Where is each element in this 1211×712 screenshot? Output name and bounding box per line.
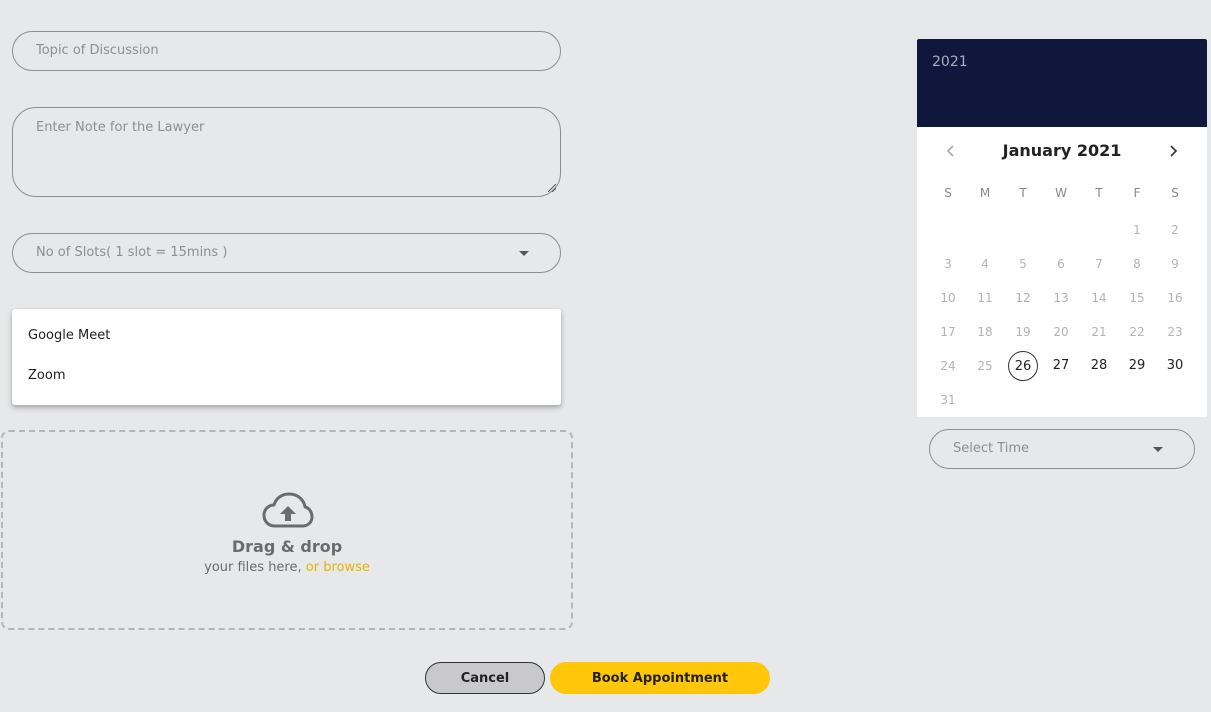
calendar-header: 2021 bbox=[917, 39, 1207, 127]
calendar-day: 9 bbox=[1171, 257, 1179, 271]
calendar-day: 6 bbox=[1057, 257, 1065, 271]
calendar-day: 18 bbox=[977, 325, 993, 339]
calendar-day: 1 bbox=[1133, 223, 1141, 237]
calendar-day: 11 bbox=[977, 291, 993, 305]
calendar-month-label: January 2021 bbox=[1002, 141, 1122, 160]
calendar-day: 12 bbox=[1015, 291, 1031, 305]
calendar-day: 31 bbox=[940, 393, 956, 407]
calendar-day: 7 bbox=[1095, 257, 1103, 271]
browse-link[interactable]: or browse bbox=[306, 560, 370, 575]
date-picker: 2021 January 2021 S M T W T F S 1 2 3 4 5 6 7 8 9 10 11 12… bbox=[917, 39, 1207, 417]
calendar-day: 3 bbox=[944, 257, 952, 271]
weekday-label: M bbox=[979, 186, 991, 200]
calendar-day: 21 bbox=[1091, 325, 1107, 339]
calendar-day: 24 bbox=[940, 359, 956, 373]
slots-placeholder: No of Slots( 1 slot = 15mins ) bbox=[36, 245, 228, 260]
resize-handle-icon[interactable] bbox=[548, 184, 556, 192]
calendar-day[interactable]: 29 bbox=[1122, 351, 1152, 381]
meeting-platform-menu: Google Meet Zoom bbox=[12, 309, 561, 405]
calendar-day: 19 bbox=[1015, 325, 1031, 339]
calendar-day[interactable]: 27 bbox=[1046, 351, 1076, 381]
menu-item-google-meet[interactable]: Google Meet bbox=[28, 328, 110, 343]
calendar-year[interactable]: 2021 bbox=[932, 54, 968, 70]
calendar-day: 4 bbox=[981, 257, 989, 271]
calendar-day: 17 bbox=[940, 325, 956, 339]
calendar-day: 25 bbox=[977, 359, 993, 373]
calendar-day: 16 bbox=[1167, 291, 1183, 305]
topic-placeholder: Topic of Discussion bbox=[36, 43, 159, 58]
weekday-label: S bbox=[944, 186, 952, 200]
dropzone-subtitle: your files here, or browse bbox=[3, 560, 571, 575]
dropdown-caret-icon bbox=[1153, 447, 1163, 452]
topic-input[interactable]: Topic of Discussion bbox=[12, 31, 561, 71]
dropzone-title: Drag & drop bbox=[231, 537, 343, 556]
note-placeholder: Enter Note for the Lawyer bbox=[36, 120, 205, 135]
time-select[interactable]: Select Time bbox=[929, 429, 1195, 469]
book-appointment-button[interactable]: Book Appointment bbox=[550, 662, 770, 694]
calendar-day: 2 bbox=[1171, 223, 1179, 237]
calendar-day: 10 bbox=[940, 291, 956, 305]
calendar-day[interactable]: 28 bbox=[1084, 351, 1114, 381]
calendar-day: 22 bbox=[1129, 325, 1145, 339]
dropzone-subtitle-text: your files here, bbox=[204, 560, 306, 575]
calendar-day: 5 bbox=[1019, 257, 1027, 271]
cloud-upload-icon bbox=[262, 492, 314, 528]
cancel-button[interactable]: Cancel bbox=[425, 662, 545, 694]
calendar-day: 20 bbox=[1053, 325, 1069, 339]
calendar-day-selected[interactable]: 26 bbox=[1008, 351, 1038, 381]
weekday-label: S bbox=[1171, 186, 1179, 200]
weekday-label: T bbox=[1095, 186, 1103, 200]
calendar-day[interactable]: 30 bbox=[1160, 351, 1190, 381]
calendar-day: 8 bbox=[1133, 257, 1141, 271]
calendar-day: 13 bbox=[1053, 291, 1069, 305]
weekday-label: W bbox=[1055, 186, 1067, 200]
note-textarea[interactable]: Enter Note for the Lawyer bbox=[12, 107, 561, 197]
menu-item-zoom[interactable]: Zoom bbox=[28, 368, 65, 383]
slots-select[interactable]: No of Slots( 1 slot = 15mins ) bbox=[12, 233, 561, 273]
calendar-day: 15 bbox=[1129, 291, 1145, 305]
weekday-label: T bbox=[1019, 186, 1027, 200]
time-placeholder: Select Time bbox=[953, 441, 1030, 456]
weekday-label: F bbox=[1133, 186, 1141, 200]
dropdown-caret-icon bbox=[519, 251, 529, 256]
chevron-right-icon[interactable] bbox=[1165, 143, 1181, 159]
calendar-day: 23 bbox=[1167, 325, 1183, 339]
file-dropzone[interactable]: Drag & drop your files here, or browse bbox=[1, 430, 573, 630]
calendar-day: 14 bbox=[1091, 291, 1107, 305]
